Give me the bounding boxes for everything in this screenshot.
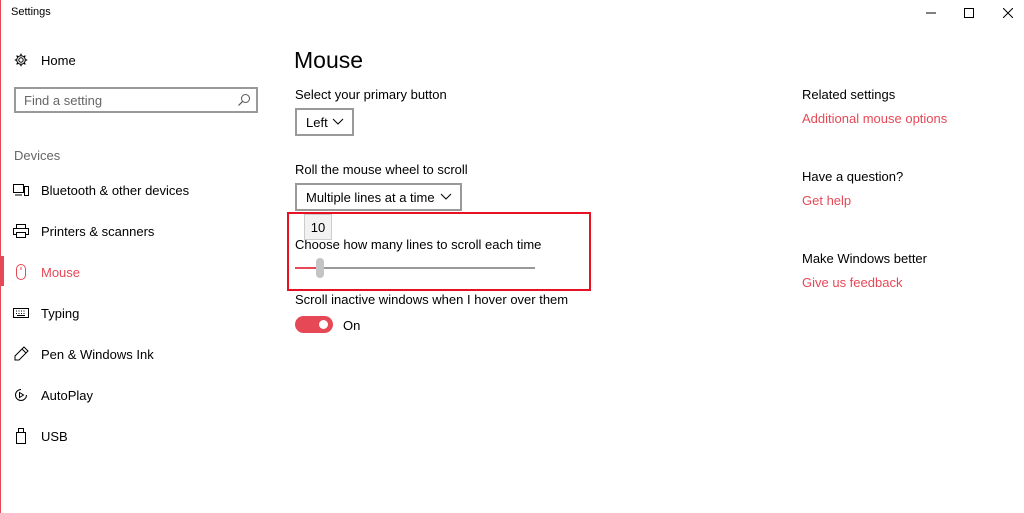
sidebar-item-label: Bluetooth & other devices [41, 182, 190, 198]
page-title: Mouse [294, 47, 364, 73]
sidebar-item-typing[interactable]: Typing [0, 295, 270, 331]
dropdown-value: Left [306, 114, 328, 130]
chevron-down-icon [332, 118, 344, 125]
inactive-scroll-state: On [343, 318, 361, 333]
bluetooth-devices-icon [13, 182, 29, 198]
title-bar: Settings [0, 0, 1024, 28]
sidebar-item-label: USB [41, 428, 68, 444]
close-button[interactable] [985, 0, 1024, 26]
search-input[interactable] [16, 89, 234, 111]
scroll-mode-label: Roll the mouse wheel to scroll [295, 162, 468, 177]
search-box[interactable] [14, 87, 258, 113]
give-feedback-link[interactable]: Give us feedback [802, 275, 902, 290]
additional-mouse-options-link[interactable]: Additional mouse options [802, 111, 947, 126]
feedback-heading: Make Windows better [802, 251, 927, 266]
inactive-scroll-toggle[interactable] [295, 316, 333, 333]
gear-icon [13, 52, 29, 68]
sidebar-item-bluetooth[interactable]: Bluetooth & other devices [0, 172, 270, 208]
usb-icon [13, 428, 29, 444]
primary-button-dropdown[interactable]: Left [295, 108, 354, 136]
sidebar-item-home[interactable]: Home [0, 42, 270, 78]
scroll-mode-dropdown[interactable]: Multiple lines at a time [295, 183, 462, 211]
autoplay-icon [13, 387, 29, 403]
toggle-knob [319, 320, 328, 329]
mouse-icon [13, 264, 29, 280]
pen-icon [13, 346, 29, 362]
sidebar-item-label: AutoPlay [41, 387, 94, 403]
sidebar-group-label: Devices [14, 148, 61, 163]
sidebar-item-autoplay[interactable]: AutoPlay [0, 377, 270, 413]
app-title: Settings [11, 6, 51, 18]
sidebar-item-mouse[interactable]: Mouse [0, 254, 270, 290]
keyboard-icon [13, 305, 29, 321]
sidebar-item-label: Home [41, 52, 76, 68]
sidebar-item-usb[interactable]: USB [0, 418, 270, 454]
dropdown-value: Multiple lines at a time [306, 189, 435, 205]
inactive-scroll-label: Scroll inactive windows when I hover ove… [295, 292, 569, 307]
question-heading: Have a question? [802, 169, 904, 184]
get-help-link[interactable]: Get help [802, 193, 851, 208]
sidebar-item-label: Typing [41, 305, 80, 321]
sidebar-item-label: Mouse [41, 264, 81, 280]
close-icon [1003, 8, 1013, 18]
sidebar-item-label: Printers & scanners [41, 223, 155, 239]
search-icon[interactable] [237, 93, 251, 107]
minimize-icon [926, 12, 936, 14]
chevron-down-icon [440, 193, 452, 200]
primary-button-label: Select your primary button [295, 87, 447, 102]
printer-icon [13, 223, 29, 239]
annotation-highlight-box [287, 212, 591, 291]
maximize-icon [964, 8, 974, 18]
sidebar-item-label: Pen & Windows Ink [41, 346, 154, 362]
sidebar-item-printers[interactable]: Printers & scanners [0, 213, 270, 249]
sidebar-item-pen[interactable]: Pen & Windows Ink [0, 336, 270, 372]
related-settings-heading: Related settings [802, 87, 896, 102]
